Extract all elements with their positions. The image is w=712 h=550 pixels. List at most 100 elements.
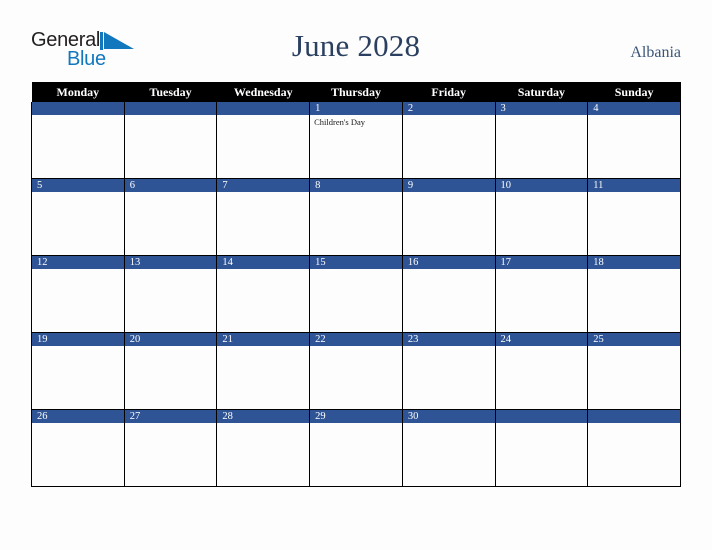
day-number: 21 — [217, 333, 310, 346]
calendar-day-cell[interactable]: 24 — [494, 332, 589, 410]
day-number — [495, 410, 588, 423]
day-number: 29 — [310, 410, 402, 423]
day-events — [217, 115, 309, 117]
day-number: 5 — [32, 179, 124, 192]
day-events — [310, 269, 402, 271]
calendar-week-row: 19 20 21 22 23 24 25 — [31, 332, 681, 410]
day-number: 28 — [217, 410, 310, 423]
calendar-day-cell[interactable]: 29 — [309, 409, 403, 487]
calendar-day-cell[interactable]: 6 — [123, 178, 218, 256]
calendar-day-cell[interactable]: 19 — [31, 332, 125, 410]
calendar-day-cell[interactable]: 13 — [123, 255, 218, 333]
calendar-week-row: 26 27 28 29 30 — [31, 409, 681, 487]
calendar-day-cell[interactable] — [494, 409, 589, 487]
calendar-day-cell[interactable]: 16 — [401, 255, 496, 333]
page-header: General Blue June 2028 Albania — [0, 0, 712, 82]
day-number: 2 — [402, 102, 495, 115]
day-events — [588, 192, 680, 194]
calendar-day-cell[interactable]: 14 — [216, 255, 311, 333]
day-events — [588, 269, 680, 271]
calendar-day-cell[interactable]: 9 — [401, 178, 496, 256]
day-events — [32, 346, 124, 348]
calendar-day-cell[interactable]: 7 — [216, 178, 311, 256]
day-events — [32, 423, 124, 425]
day-number: 11 — [588, 179, 680, 192]
day-number: 9 — [402, 179, 495, 192]
calendar-day-cell[interactable]: 27 — [123, 409, 218, 487]
day-number: 1 — [310, 102, 402, 115]
calendar-day-cell[interactable] — [123, 102, 218, 179]
day-events — [588, 423, 680, 425]
calendar-day-cell[interactable] — [216, 102, 311, 179]
day-events — [588, 346, 680, 348]
calendar-week-row: 5 6 7 8 9 10 11 — [31, 178, 681, 256]
day-number — [217, 102, 310, 115]
day-number: 16 — [402, 256, 495, 269]
calendar-day-cell[interactable]: 20 — [123, 332, 218, 410]
day-number — [588, 410, 680, 423]
day-number: 14 — [217, 256, 310, 269]
day-number: 6 — [124, 179, 217, 192]
day-events — [217, 269, 309, 271]
day-number: 13 — [124, 256, 217, 269]
day-number: 15 — [310, 256, 402, 269]
calendar-day-cell[interactable]: 23 — [401, 332, 496, 410]
weekday-header-saturday: Saturday — [495, 82, 588, 102]
day-number — [32, 102, 124, 115]
day-number: 3 — [495, 102, 588, 115]
day-number: 30 — [402, 410, 495, 423]
calendar-day-cell[interactable]: 28 — [216, 409, 311, 487]
weekday-header-tuesday: Tuesday — [124, 82, 217, 102]
day-events — [588, 115, 680, 117]
calendar-day-cell[interactable]: 2 — [401, 102, 496, 179]
event-label: Children's Day — [314, 117, 365, 127]
day-number: 23 — [402, 333, 495, 346]
calendar-week-row: 1 Children's Day 2 3 4 — [31, 102, 681, 179]
day-events — [496, 423, 588, 425]
calendar-day-cell[interactable]: 1 Children's Day — [309, 102, 403, 179]
day-events — [496, 192, 588, 194]
day-events — [403, 115, 495, 117]
calendar-day-cell[interactable] — [31, 102, 125, 179]
weekday-header-friday: Friday — [402, 82, 496, 102]
calendar-day-cell[interactable]: 30 — [401, 409, 496, 487]
day-events — [496, 346, 588, 348]
day-number: 17 — [495, 256, 588, 269]
day-number: 4 — [588, 102, 680, 115]
calendar-day-cell[interactable]: 25 — [587, 332, 681, 410]
day-events — [403, 192, 495, 194]
day-number: 19 — [32, 333, 124, 346]
day-number: 20 — [124, 333, 217, 346]
day-events — [403, 423, 495, 425]
calendar-day-cell[interactable]: 11 — [587, 178, 681, 256]
day-number: 22 — [310, 333, 402, 346]
calendar-day-cell[interactable]: 21 — [216, 332, 311, 410]
day-number — [124, 102, 217, 115]
calendar-day-cell[interactable]: 10 — [494, 178, 589, 256]
day-events — [217, 346, 309, 348]
day-events — [125, 423, 217, 425]
calendar-day-cell[interactable]: 18 — [587, 255, 681, 333]
day-number: 12 — [32, 256, 124, 269]
calendar-day-cell[interactable] — [587, 409, 681, 487]
calendar-day-cell[interactable]: 3 — [494, 102, 589, 179]
calendar-day-cell[interactable]: 22 — [309, 332, 403, 410]
day-number: 8 — [310, 179, 402, 192]
calendar-day-cell[interactable]: 15 — [309, 255, 403, 333]
calendar-day-cell[interactable]: 26 — [31, 409, 125, 487]
weekday-header-sunday: Sunday — [587, 82, 681, 102]
calendar-day-cell[interactable]: 5 — [31, 178, 125, 256]
day-events — [310, 346, 402, 348]
calendar-day-cell[interactable]: 8 — [309, 178, 403, 256]
day-events — [125, 192, 217, 194]
calendar-grid: Monday Tuesday Wednesday Thursday Friday… — [31, 82, 681, 487]
day-number: 24 — [495, 333, 588, 346]
day-events — [32, 115, 124, 117]
day-number: 10 — [495, 179, 588, 192]
calendar-day-cell[interactable]: 4 — [587, 102, 681, 179]
day-events — [125, 269, 217, 271]
calendar-day-cell[interactable]: 12 — [31, 255, 125, 333]
calendar-week-row: 12 13 14 15 16 17 18 — [31, 255, 681, 333]
day-number: 18 — [588, 256, 680, 269]
calendar-day-cell[interactable]: 17 — [494, 255, 589, 333]
